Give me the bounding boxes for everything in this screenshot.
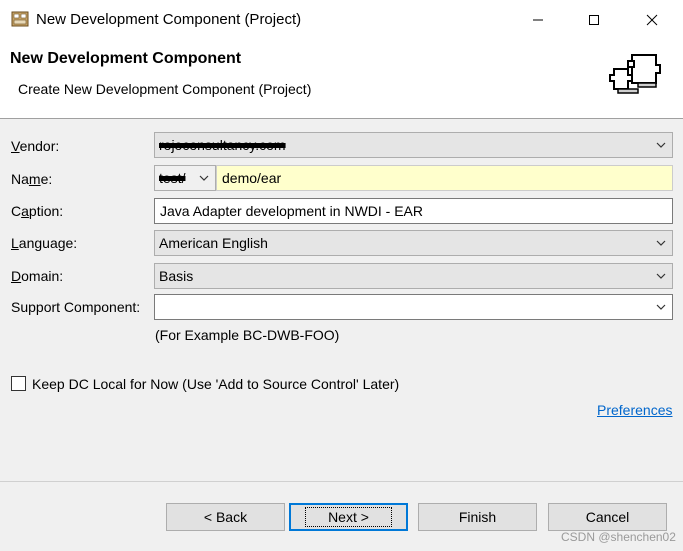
banner-title: New Development Component [10,50,242,67]
name-input[interactable]: demo/ear [216,165,673,191]
chevron-down-icon[interactable] [656,133,666,157]
domain-label: Domain: [11,268,64,284]
keep-local-label[interactable]: Keep DC Local for Now (Use 'Add to Sourc… [32,376,399,392]
banner-description: Create New Development Component (Projec… [18,81,312,97]
puzzle-pieces-icon [608,49,666,97]
name-prefix-select[interactable]: test/ [154,165,216,191]
maximize-icon [589,15,599,25]
support-component-select[interactable] [154,294,673,320]
language-select[interactable]: American English [154,230,673,256]
vendor-value: rojoconsultancy.com [159,137,286,153]
close-icon [646,14,658,26]
watermark: CSDN @shenchen02 [561,530,676,544]
preferences-link[interactable]: Preferences [597,402,672,418]
chevron-down-icon[interactable] [199,166,209,190]
cancel-button[interactable]: Cancel [548,503,667,531]
keep-local-checkbox[interactable] [11,376,26,391]
footer-separator [0,481,683,482]
support-component-example: (For Example BC-DWB-FOO) [155,327,340,343]
chevron-down-icon[interactable] [656,295,666,319]
caption-input[interactable]: Java Adapter development in NWDI - EAR [154,198,673,224]
support-component-label: Support Component: [11,299,141,315]
maximize-button[interactable] [571,0,617,40]
domain-select[interactable]: Basis [154,263,673,289]
minimize-icon [533,19,543,21]
domain-value: Basis [159,268,194,284]
chevron-down-icon[interactable] [656,231,666,255]
language-value: American English [159,235,268,251]
back-button[interactable]: < Back [166,503,285,531]
caption-label: Caption: [11,203,64,219]
wizard-app-icon [11,10,29,28]
next-button-label: Next > [305,507,392,527]
next-button[interactable]: Next > [289,503,408,531]
finish-button[interactable]: Finish [418,503,537,531]
vendor-label: Vendor: [11,138,60,154]
minimize-button[interactable] [515,0,561,40]
vendor-select[interactable]: rojoconsultancy.com [154,132,673,158]
window-title: New Development Component (Project) [36,11,302,28]
chevron-down-icon[interactable] [656,264,666,288]
close-button[interactable] [629,0,675,40]
vendor-label-rest: endor: [19,138,60,154]
language-label: Language: [11,235,78,251]
name-label: Name: [11,171,53,187]
name-prefix-value: test/ [159,170,186,186]
